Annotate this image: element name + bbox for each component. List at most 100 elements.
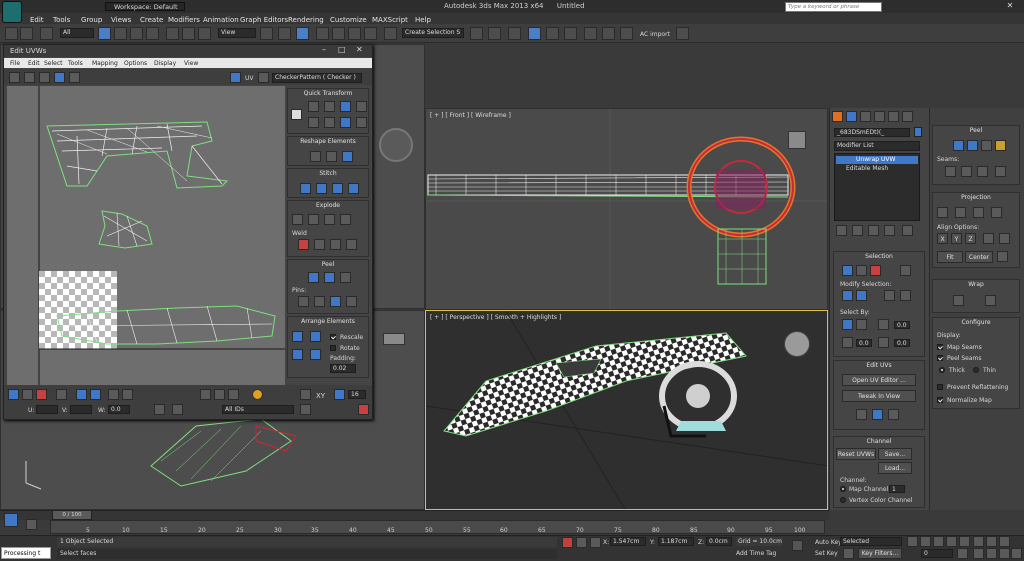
- workspace-dropdown[interactable]: Workspace: Default: [105, 2, 185, 11]
- side-peel-reset-icon[interactable]: [981, 140, 992, 151]
- pin-auto-icon[interactable]: [330, 296, 341, 307]
- maximize-viewport-icon[interactable]: [1011, 548, 1022, 559]
- reshape-relax-settings-icon[interactable]: [342, 151, 353, 162]
- reference-coord-dropdown[interactable]: View: [218, 28, 256, 38]
- absolute-mode-icon[interactable]: [590, 537, 601, 548]
- explode-detach-icon[interactable]: [308, 214, 319, 225]
- time-config-icon[interactable]: [957, 548, 968, 559]
- rollout-channel-title[interactable]: Channel: [834, 438, 924, 445]
- sel-face-icon[interactable]: [870, 265, 881, 276]
- explode-flatten-icon[interactable]: [324, 214, 335, 225]
- scale-icon[interactable]: [198, 27, 211, 40]
- maxscript-listener[interactable]: Processing t: [1, 547, 51, 559]
- select-manipulate-icon[interactable]: [278, 27, 291, 40]
- remove-modifier-icon[interactable]: [884, 225, 895, 236]
- graphite-toggle-icon[interactable]: [528, 27, 541, 40]
- uv-menu-file[interactable]: File: [10, 60, 20, 67]
- edit-named-selection-icon[interactable]: [384, 27, 397, 40]
- explode-break-icon[interactable]: [292, 214, 303, 225]
- rendered-frame-icon[interactable]: [620, 27, 633, 40]
- uv-menu-edit[interactable]: Edit: [28, 60, 40, 67]
- key-mode-icon[interactable]: [792, 540, 803, 551]
- uv-menu-view[interactable]: View: [184, 60, 198, 67]
- play-icon[interactable]: [933, 536, 944, 547]
- mirror-icon[interactable]: [470, 27, 483, 40]
- select-object-icon[interactable]: [98, 27, 111, 40]
- left-viewcube-icon[interactable]: [383, 333, 405, 345]
- uv-edge-mode-icon[interactable]: [22, 389, 33, 400]
- teapot-icon[interactable]: [676, 27, 689, 40]
- modifier-list-dropdown[interactable]: Modifier List: [834, 141, 920, 151]
- map-channel-input[interactable]: 1: [889, 485, 905, 493]
- rollout-peel-title[interactable]: Peel: [288, 261, 368, 268]
- menu-rendering[interactable]: Rendering: [288, 16, 324, 24]
- pivot-icon[interactable]: [260, 27, 273, 40]
- uv-grid-snap-icon[interactable]: [334, 389, 345, 400]
- material-editor-icon[interactable]: [584, 27, 597, 40]
- viewcube-icon[interactable]: [379, 128, 413, 162]
- map-seams-checkbox[interactable]: [937, 344, 943, 350]
- undo-icon[interactable]: [5, 27, 18, 40]
- zoom-extents-icon[interactable]: [999, 536, 1010, 547]
- weld-selected-icon[interactable]: [314, 239, 325, 250]
- prevent-reflattening-checkbox[interactable]: [937, 384, 943, 390]
- window-crossing-icon[interactable]: [146, 27, 159, 40]
- pin-add-icon[interactable]: [298, 296, 309, 307]
- weld-target-icon[interactable]: [298, 239, 309, 250]
- rect-select-icon[interactable]: [130, 27, 143, 40]
- proj-spherical-icon[interactable]: [973, 207, 984, 218]
- menu-group[interactable]: Group: [81, 16, 102, 24]
- angle-snap-icon[interactable]: [332, 27, 345, 40]
- zoom-all-icon[interactable]: [986, 536, 997, 547]
- align-z-button[interactable]: Z: [965, 233, 976, 244]
- object-name-field[interactable]: _683DSmEDt)(_: [834, 128, 910, 137]
- view-align-icon[interactable]: [999, 233, 1010, 244]
- thick-radio[interactable]: [939, 367, 945, 373]
- peel-lscm-icon[interactable]: [324, 272, 335, 283]
- selection-filter-dropdown[interactable]: All: [60, 28, 94, 38]
- viewport-front[interactable]: [ + ] [ Front ] [ Wireframe ]: [425, 108, 828, 310]
- menu-tools[interactable]: Tools: [53, 16, 70, 24]
- seams-expand-icon[interactable]: [977, 166, 988, 177]
- rescale-checkbox[interactable]: [330, 334, 336, 340]
- stack-item-editable-mesh[interactable]: Editable Mesh: [836, 165, 918, 173]
- weld-all-icon[interactable]: [346, 239, 357, 250]
- uv-space-label[interactable]: UV: [245, 75, 254, 82]
- pin-remove-icon[interactable]: [314, 296, 325, 307]
- stack-item-unwrap[interactable]: Unwrap UVW: [836, 156, 918, 164]
- rollout-reshape-title[interactable]: Reshape Elements: [288, 138, 368, 145]
- uv-shrink-icon[interactable]: [90, 389, 101, 400]
- seams-point-to-point-icon[interactable]: [945, 166, 956, 177]
- uv-face-mode-icon[interactable]: [36, 389, 47, 400]
- uv-zoom-field[interactable]: 16: [348, 390, 366, 399]
- peel-quick-icon[interactable]: [308, 272, 319, 283]
- uv-zoom-region-icon[interactable]: [358, 404, 369, 415]
- selection-lock-icon[interactable]: [576, 537, 587, 548]
- ac-import-label[interactable]: AC import: [640, 31, 670, 38]
- stitch-target-icon[interactable]: [300, 183, 311, 194]
- spinner-snap-icon[interactable]: [364, 27, 377, 40]
- tweak-in-view-button[interactable]: Tweak In View: [842, 390, 916, 402]
- align-y-button[interactable]: Y: [951, 233, 962, 244]
- stitch-settings-icon[interactable]: [348, 183, 359, 194]
- key-filters-button[interactable]: Key Filters...: [858, 548, 902, 559]
- arrange-rescale-icon[interactable]: [292, 349, 303, 360]
- peel-reset-icon[interactable]: [340, 272, 351, 283]
- show-end-result-icon[interactable]: [852, 225, 863, 236]
- reset-uvws-button[interactable]: Reset UVWs: [836, 448, 876, 460]
- shrink-icon[interactable]: [856, 290, 867, 301]
- arrange-pack-custom-icon[interactable]: [310, 331, 321, 342]
- sel-edge-icon[interactable]: [856, 265, 867, 276]
- uv-loop-icon[interactable]: [108, 389, 119, 400]
- sel-element-icon[interactable]: [900, 265, 911, 276]
- side-projection-title[interactable]: Projection: [933, 194, 1019, 201]
- uv-grow-icon[interactable]: [76, 389, 87, 400]
- smg-input[interactable]: 0.0: [856, 339, 872, 347]
- side-configure-title[interactable]: Configure: [933, 319, 1019, 326]
- ring-icon[interactable]: [900, 290, 911, 301]
- auto-key-button[interactable]: Auto Key: [815, 539, 842, 546]
- uv-filter-icon[interactable]: [172, 404, 183, 415]
- menu-graph-editors[interactable]: Graph Editors: [240, 16, 288, 24]
- set-key-icon[interactable]: [843, 548, 854, 559]
- loop-icon[interactable]: [884, 290, 895, 301]
